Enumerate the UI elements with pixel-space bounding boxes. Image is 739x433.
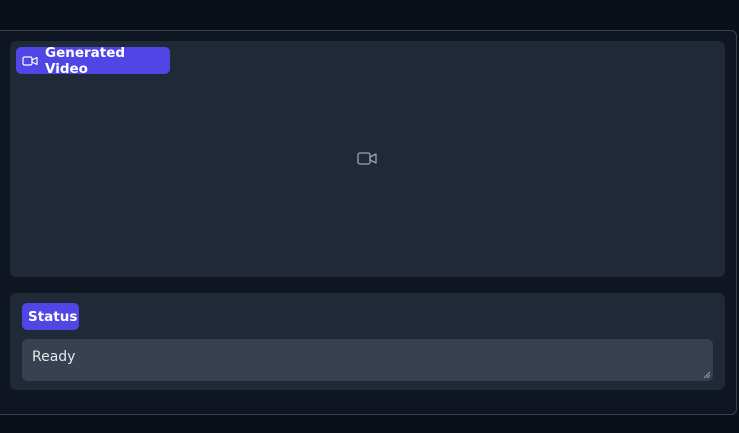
status-label-text: Status — [28, 308, 78, 325]
status-textbox[interactable]: Ready — [22, 339, 713, 381]
video-placeholder-icon — [357, 151, 377, 166]
resize-grip-icon[interactable] — [703, 371, 710, 378]
generated-video-label: Generated Video — [16, 44, 170, 77]
status-value: Ready — [32, 349, 76, 365]
video-camera-icon — [22, 55, 38, 67]
status-label: Status — [22, 303, 79, 330]
generated-video-label-text: Generated Video — [45, 44, 126, 77]
